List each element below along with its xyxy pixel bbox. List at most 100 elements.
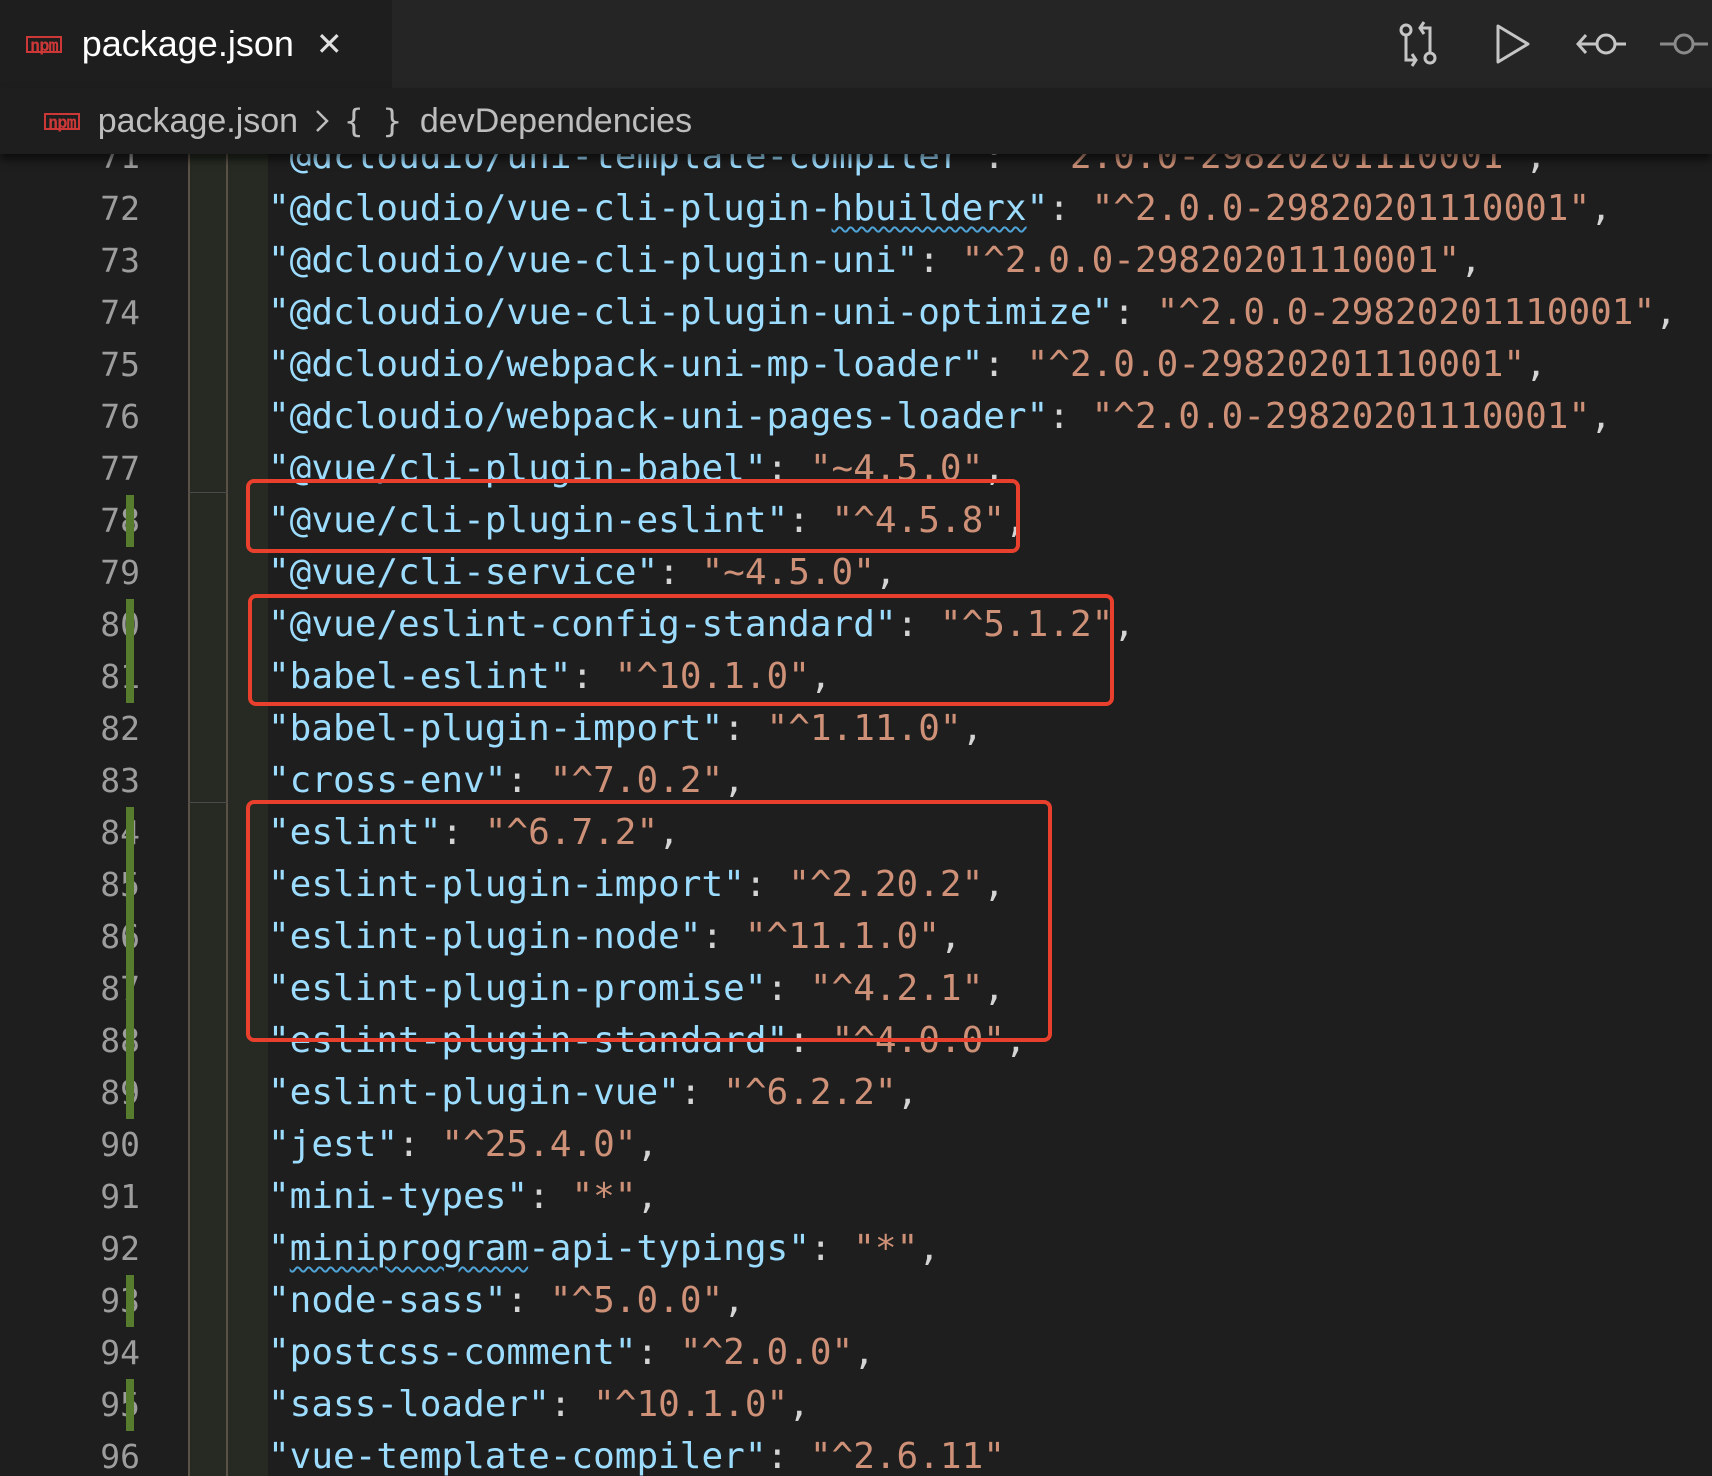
run-icon[interactable] [1482, 14, 1542, 74]
git-added-marker [126, 911, 134, 963]
go-back-icon[interactable] [1572, 14, 1632, 74]
json-key: "eslint-plugin-vue" [268, 1072, 680, 1113]
git-added-marker [126, 1379, 134, 1431]
code-line[interactable]: 72 "@dcloudio/vue-cli-plugin-hbuilderx": … [0, 183, 1712, 235]
line-number: 71 [100, 154, 140, 176]
colon: : [679, 1072, 724, 1113]
json-key: "mini-types" [268, 1176, 529, 1217]
code-line[interactable]: 79 "@vue/cli-service": "~4.5.0", [0, 547, 1712, 599]
git-added-marker [126, 807, 134, 859]
colon: : [506, 760, 550, 801]
json-key: "@dcloudio/webpack-uni-mp-loader" [268, 344, 984, 385]
code-line[interactable]: 94 "postcss-comment": "^2.0.0", [0, 1327, 1712, 1379]
code-line[interactable]: 82 "babel-plugin-import": "^1.11.0", [0, 703, 1712, 755]
json-key-part: "@dcloudio/vue-cli-plugin- [268, 188, 832, 229]
git-added-marker [126, 651, 134, 703]
line-number: 80 [100, 605, 140, 644]
code-line[interactable]: 71 "@dcloudio/uni-template-compiler": "^2… [0, 154, 1712, 183]
line-number: 82 [100, 709, 140, 748]
colon: : [658, 552, 702, 593]
comma: , [723, 1280, 745, 1321]
json-value: "^2.0.0-29820201110001" [961, 240, 1461, 281]
npm-icon: npm [26, 35, 62, 54]
comma: , [961, 708, 984, 749]
json-key: "@dcloudio/uni-template-compiler" [268, 154, 984, 177]
code-line[interactable]: 73 "@dcloudio/vue-cli-plugin-uni": "^2.0.… [0, 235, 1712, 287]
json-value: "^10.1.0" [593, 1384, 789, 1425]
close-icon[interactable]: ✕ [316, 28, 343, 60]
git-added-marker [126, 963, 134, 1015]
colon: : [506, 1280, 550, 1321]
code-text: "postcss-comment": "^2.0.0", [268, 1327, 875, 1379]
highlight-box [246, 479, 1020, 553]
line-number: 72 [100, 189, 140, 228]
code-text: "@dcloudio/uni-template-compiler": "^2.0… [268, 154, 1547, 183]
code-line[interactable]: 93 "node-sass": "^5.0.0", [0, 1275, 1712, 1327]
object-braces-icon: { } [344, 102, 402, 140]
colon: : [918, 240, 962, 281]
code-line[interactable]: 90 "jest": "^25.4.0", [0, 1119, 1712, 1171]
code-text: "vue-template-compiler": "^2.6.11" [268, 1431, 1005, 1476]
line-number: 90 [100, 1125, 140, 1164]
comma: , [723, 760, 745, 801]
comma: , [896, 1072, 919, 1113]
code-text: "@dcloudio/webpack-uni-pages-loader": "^… [268, 391, 1612, 443]
breadcrumb-file[interactable]: package.json [98, 104, 298, 138]
json-value: "^6.2.2" [723, 1072, 897, 1113]
colon: : [983, 154, 1027, 177]
json-key-part: -api-typings" [528, 1228, 810, 1269]
git-added-marker [126, 1275, 134, 1327]
json-key-misspelled: hbuilderx [831, 188, 1027, 229]
json-key: "@dcloudio/webpack-uni-pages-loader" [268, 396, 1049, 437]
code-line[interactable]: 96 "vue-template-compiler": "^2.6.11" [0, 1431, 1712, 1476]
colon: : [528, 1176, 572, 1217]
comma: , [853, 1332, 875, 1373]
npm-icon: npm [44, 112, 80, 131]
code-text: "node-sass": "^5.0.0", [268, 1275, 745, 1327]
colon: : [809, 1228, 854, 1269]
line-number: 85 [100, 865, 140, 904]
colon: : [766, 1436, 810, 1476]
json-value: "^5.0.0" [549, 1280, 724, 1321]
comma: , [918, 1228, 940, 1269]
json-value: "^2.0.0-29820201110001" [1156, 292, 1656, 333]
code-line[interactable]: 75 "@dcloudio/webpack-uni-mp-loader": "^2… [0, 339, 1712, 391]
json-key: "postcss-comment" [268, 1332, 637, 1373]
line-number: 77 [100, 449, 140, 488]
breadcrumb-symbol[interactable]: devDependencies [420, 104, 692, 138]
code-line[interactable]: 89 "eslint-plugin-vue": "^6.2.2", [0, 1067, 1712, 1119]
json-value: "^2.0.0" [679, 1332, 854, 1373]
json-key-part: " [268, 1228, 290, 1269]
editor-tab-package-json[interactable]: npm package.json ✕ [0, 0, 392, 88]
line-number: 76 [100, 397, 140, 436]
git-added-marker [126, 495, 134, 547]
comma: , [1525, 154, 1547, 177]
comma: , [788, 1384, 810, 1425]
json-value: "*" [853, 1228, 919, 1269]
line-number: 86 [100, 917, 140, 956]
code-line[interactable]: 74 "@dcloudio/vue-cli-plugin-uni-optimize… [0, 287, 1712, 339]
code-editor[interactable]: 71 "@dcloudio/uni-template-compiler": "^2… [0, 154, 1712, 1476]
line-number: 94 [100, 1333, 140, 1372]
chevron-right-icon [314, 107, 330, 135]
colon: : [636, 1332, 680, 1373]
json-value: "^1.11.0" [766, 708, 962, 749]
json-key: "cross-env" [268, 760, 507, 801]
source-control-compare-icon[interactable] [1388, 14, 1448, 74]
code-line[interactable]: 91 "mini-types": "*", [0, 1171, 1712, 1223]
code-line[interactable]: 95 "sass-loader": "^10.1.0", [0, 1379, 1712, 1431]
comma: , [1460, 240, 1482, 281]
json-key: "node-sass" [268, 1280, 507, 1321]
json-value: "*" [571, 1176, 637, 1217]
code-line[interactable]: 92 "miniprogram-api-typings": "*", [0, 1223, 1712, 1275]
go-forward-icon[interactable] [1654, 14, 1712, 74]
comma: , [1525, 344, 1547, 385]
colon: : [983, 344, 1027, 385]
json-value: "^25.4.0" [441, 1124, 637, 1165]
code-line[interactable]: 76 "@dcloudio/webpack-uni-pages-loader": … [0, 391, 1712, 443]
json-key: "@vue/cli-service" [268, 552, 659, 593]
highlight-box [246, 800, 1052, 1042]
line-number: 78 [100, 501, 140, 540]
line-number: 81 [100, 657, 140, 696]
code-text: "sass-loader": "^10.1.0", [268, 1379, 810, 1431]
